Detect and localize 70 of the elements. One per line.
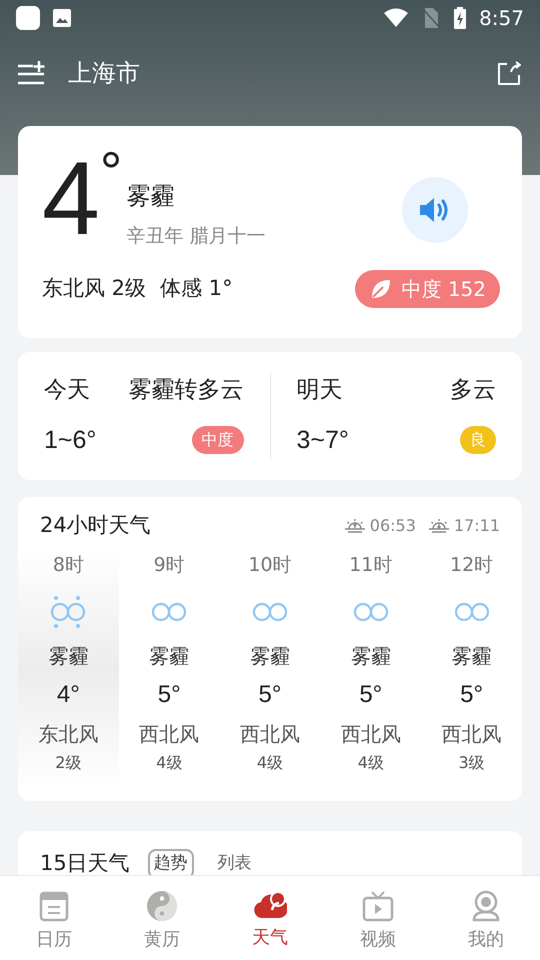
hour-wind: 东北风: [38, 721, 98, 748]
hour-time: 11时: [349, 553, 392, 578]
hour-condition: 雾霾: [452, 643, 492, 670]
hour-condition: 雾霾: [149, 643, 190, 670]
hour-temperature: 4°: [56, 680, 80, 710]
sunset-time: 17:11: [454, 515, 500, 537]
aqi-tag: 中度: [192, 426, 244, 454]
forecast-range: 1~6°: [44, 424, 96, 456]
sunset-icon: [428, 517, 450, 535]
sunrise-time: 06:53: [370, 515, 416, 537]
user-icon: [471, 890, 501, 922]
share-icon: [496, 60, 522, 86]
city-name: 上海市: [68, 58, 140, 89]
nav-tab[interactable]: 天气: [216, 876, 324, 960]
hour-wind-level: 2级: [55, 752, 82, 774]
daily-title: 15日天气: [40, 850, 130, 878]
add-city-icon: [17, 60, 45, 86]
hour-wind: 西北风: [442, 721, 502, 748]
hour-time: 12时: [450, 553, 494, 578]
forecast-day: 今天: [44, 373, 90, 408]
nav-tab[interactable]: 黄历: [108, 876, 216, 960]
hour-column[interactable]: 10时 雾霾 5° 西北风 4级: [220, 547, 320, 791]
app-icon: [16, 6, 40, 30]
hour-wind-level: 4级: [358, 752, 384, 774]
lunar-date: 辛丑年 腊月十一: [126, 224, 266, 249]
calendar-icon: [39, 890, 69, 922]
aqi-tag: 良: [460, 426, 496, 454]
hour-time: 9时: [154, 553, 185, 578]
tv-play-icon: [362, 890, 394, 922]
hour-time: 8时: [52, 553, 84, 578]
hour-temperature: 5°: [460, 680, 484, 710]
wind-info: 东北风 2级: [42, 275, 146, 302]
hour-condition: 雾霾: [250, 643, 290, 670]
hour-wind-level: 4级: [156, 752, 182, 774]
weather-condition: 雾霾: [126, 181, 176, 212]
hour-wind: 西北风: [340, 721, 401, 748]
hour-condition: 雾霾: [350, 643, 391, 670]
hourly-title: 24小时天气: [40, 512, 151, 540]
hour-column[interactable]: 11时 雾霾 5° 西北风 4级: [320, 547, 422, 791]
feels-like: 体感 1°: [160, 275, 233, 302]
view-tab[interactable]: 列表: [212, 849, 258, 879]
nav-tab[interactable]: 日历: [0, 876, 108, 960]
hour-condition: 雾霾: [48, 643, 88, 670]
yin-yang-icon: [146, 890, 178, 922]
hour-time: 10时: [248, 553, 292, 578]
sunrise-icon: [344, 517, 366, 535]
haze-icon: [49, 595, 88, 629]
forecast-condition: 多云: [450, 376, 496, 405]
status-time: 8:57: [479, 5, 524, 32]
hour-wind-level: 4级: [256, 752, 284, 774]
hour-temperature: 5°: [258, 680, 282, 710]
battery-icon: [453, 6, 468, 30]
degree-symbol: °: [100, 144, 122, 200]
hour-wind: 西北风: [139, 721, 200, 748]
cloud-icon: [253, 890, 287, 920]
forecast-range: 3~7°: [296, 424, 349, 456]
image-icon: [52, 8, 72, 28]
hour-wind: 西北风: [240, 721, 300, 748]
nav-tab[interactable]: 视频: [324, 876, 432, 960]
current-temperature: 4: [42, 144, 100, 254]
forecast-condition: 雾霾转多云: [128, 376, 244, 405]
wifi-icon: [383, 8, 410, 28]
hour-column[interactable]: 12时 雾霾 5° 西北风 3级: [421, 547, 522, 791]
hour-temperature: 5°: [359, 680, 382, 710]
hour-wind-level: 3级: [458, 752, 485, 774]
nav-tab[interactable]: 我的: [432, 876, 540, 960]
hour-column[interactable]: 9时 雾霾 5° 西北风 4级: [118, 547, 220, 791]
hour-temperature: 5°: [158, 680, 181, 710]
forecast-day: 明天: [296, 373, 342, 408]
aqi-label: 中度 152: [401, 276, 486, 303]
